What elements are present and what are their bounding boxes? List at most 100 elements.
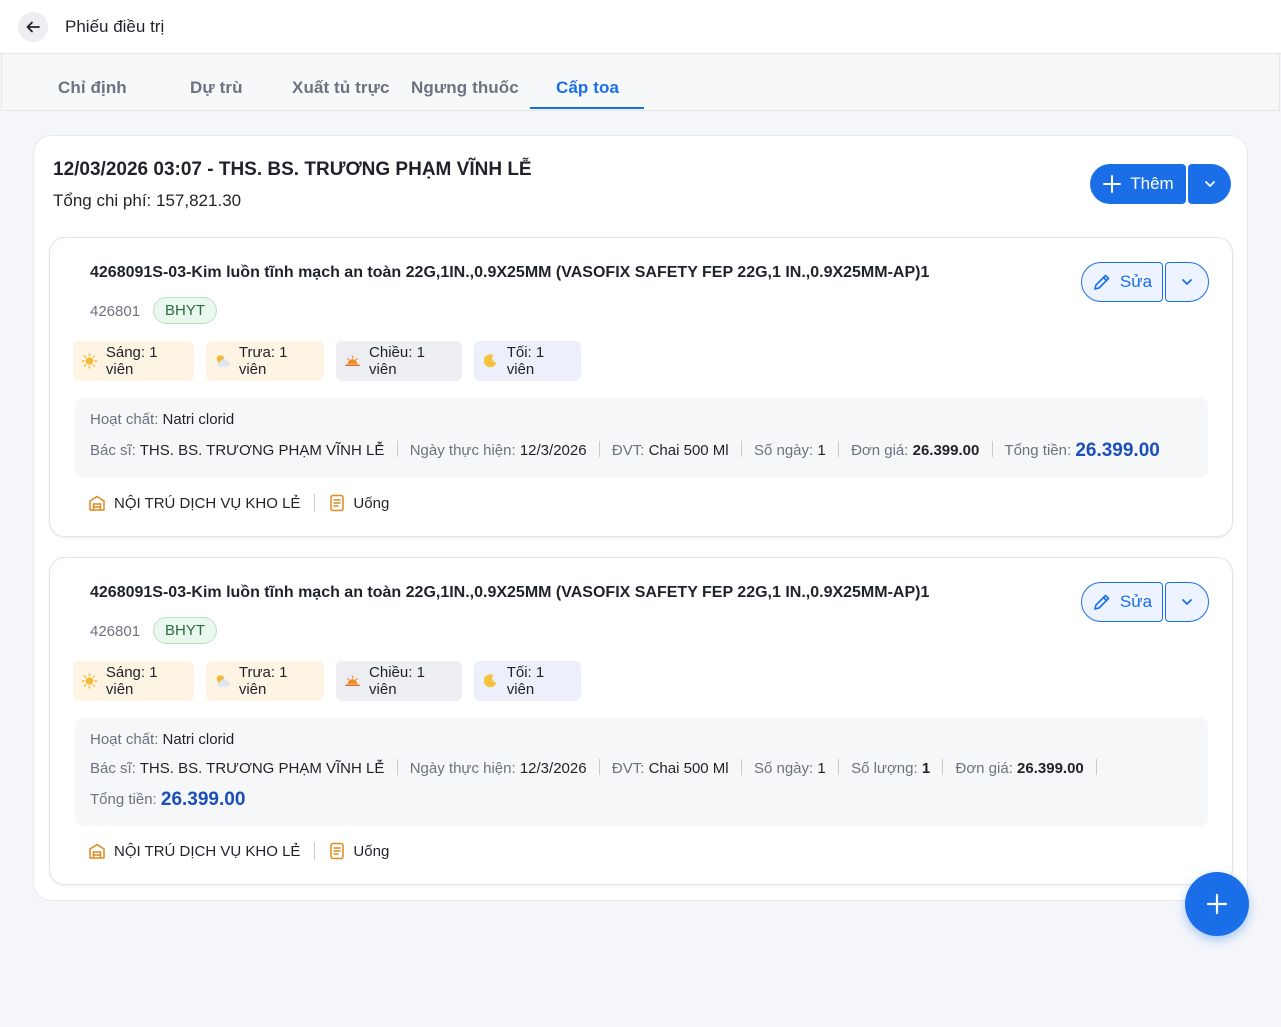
days-value: 1 <box>817 760 826 777</box>
route-value: Uống <box>353 842 390 860</box>
divider <box>314 842 316 860</box>
doctor-value: THS. BS. TRƯƠNG PHẠM VĨNH LỄ <box>139 442 385 459</box>
total-label: Tổng tiền: <box>1004 442 1072 459</box>
medication-details: Hoạt chất: Natri clorid Bác sĩ: THS. BS.… <box>75 398 1208 478</box>
dose-night: Tối: 1 viên <box>474 341 581 381</box>
divider <box>396 441 398 457</box>
back-button[interactable] <box>18 12 48 42</box>
unit-value: Chai 500 Ml <box>648 442 729 459</box>
insurance-badge: BHYT <box>153 617 217 644</box>
medication-card: 4268091S-03-Kim luồn tĩnh mạch an toàn 2… <box>49 557 1233 885</box>
active-ingredient-label: Hoạt chất: <box>90 731 159 748</box>
warehouse-icon <box>88 494 106 512</box>
active-ingredient-row: Hoạt chất: Natri clorid <box>90 731 234 748</box>
doctor-value: THS. BS. TRƯƠNG PHẠM VĨNH LỄ <box>139 760 385 777</box>
tab-bar: Chỉ định Dự trù Xuất tủ trực Ngưng thuốc… <box>1 54 1280 111</box>
dose-night-label: Tối: 1 viên <box>506 664 545 698</box>
dose-night-label: Tối: 1 viên <box>506 344 545 378</box>
total-value: 26.399.00 <box>160 789 246 810</box>
dose-noon: Trưa: 1 viên <box>206 341 324 381</box>
dose-morning: Sáng: 1 viên <box>73 341 194 381</box>
active-ingredient-value: Natri clorid <box>162 411 235 428</box>
active-ingredient-row: Hoạt chất: Natri clorid <box>90 411 234 428</box>
divider <box>740 759 742 775</box>
chevron-down-icon <box>1204 181 1215 187</box>
doctor-label: Bác sĩ: <box>90 442 136 459</box>
quantity-value: 1 <box>921 760 931 777</box>
tab-ngung-thuoc[interactable]: Ngưng thuốc <box>411 78 519 98</box>
active-tab-indicator <box>530 107 644 109</box>
prescription-title: 12/03/2026 03:07 - THS. BS. TRƯƠNG PHẠM … <box>53 159 532 180</box>
edit-button[interactable]: Sửa <box>1081 582 1163 622</box>
sun-cloud-icon <box>216 355 230 367</box>
medication-code: 426801 <box>90 623 141 640</box>
divider <box>396 759 398 775</box>
edit-dropdown-button[interactable] <box>1165 262 1209 302</box>
floating-add-button[interactable] <box>1185 872 1249 936</box>
medication-code: 426801 <box>90 303 141 320</box>
chevron-down-icon <box>1182 599 1192 605</box>
medication-details: Hoạt chất: Natri clorid Bác sĩ: THS. BS.… <box>75 718 1208 826</box>
document-icon <box>329 842 345 860</box>
date-label: Ngày thực hiện: <box>409 442 516 459</box>
route-value: Uống <box>353 494 390 512</box>
total-label: Tổng tiền: <box>90 791 157 808</box>
medication-card: 4268091S-03-Kim luồn tĩnh mạch an toàn 2… <box>49 237 1233 537</box>
sun-cloud-icon <box>216 675 230 687</box>
days-label: Số ngày: <box>753 442 814 459</box>
dose-schedule: Sáng: 1 viên Trưa: 1 viên Chiều: 1 viên <box>73 661 581 701</box>
days-label: Số ngày: <box>753 760 814 777</box>
dose-night: Tối: 1 viên <box>474 661 581 701</box>
date-value: 12/3/2026 <box>519 442 587 459</box>
total-cost-label: Tổng chi phí: <box>53 191 152 210</box>
dose-noon-label: Trưa: 1 viên <box>238 344 288 378</box>
add-button[interactable]: Thêm <box>1090 164 1186 204</box>
dose-afternoon-label: Chiều: 1 viên <box>369 664 425 698</box>
divider <box>598 441 600 457</box>
edit-dropdown-button[interactable] <box>1165 582 1209 622</box>
divider <box>837 441 839 457</box>
moon-icon <box>483 354 497 368</box>
dose-afternoon: Chiều: 1 viên <box>336 661 462 701</box>
dose-afternoon: Chiều: 1 viên <box>336 341 462 381</box>
arrow-left-icon <box>26 21 40 33</box>
add-button-label: Thêm <box>1130 174 1174 193</box>
active-ingredient-label: Hoạt chất: <box>90 411 159 428</box>
add-dropdown-button[interactable] <box>1188 164 1231 204</box>
tab-chi-dinh[interactable]: Chỉ định <box>58 78 127 98</box>
total-value: 26.399.00 <box>1075 440 1160 461</box>
edit-button-group: Sửa <box>1081 582 1209 622</box>
tab-du-tru[interactable]: Dự trù <box>190 78 243 98</box>
unit-label: ĐVT: <box>611 442 645 459</box>
doctor-label: Bác sĩ: <box>90 760 136 777</box>
details-row: Bác sĩ: THS. BS. TRƯƠNG PHẠM VĨNH LỄ Ngà… <box>90 759 1105 777</box>
document-icon <box>329 494 345 512</box>
sun-icon <box>81 353 98 369</box>
divider <box>740 441 742 457</box>
unit-label: ĐVT: <box>611 760 645 777</box>
total-row: Tổng tiền: 26.399.00 <box>90 789 245 811</box>
medication-footer: NỘI TRÚ DỊCH VỤ KHO LẺ Uống <box>88 494 389 512</box>
edit-button[interactable]: Sửa <box>1081 262 1163 302</box>
active-ingredient-value: Natri clorid <box>162 731 235 748</box>
plus-icon <box>1206 893 1228 915</box>
unit-value: Chai 500 Ml <box>648 760 729 777</box>
sunset-icon <box>345 355 360 366</box>
divider <box>314 494 316 512</box>
divider <box>991 441 993 457</box>
plus-icon <box>1103 175 1122 193</box>
dose-schedule: Sáng: 1 viên Trưa: 1 viên Chiều: 1 viên <box>73 341 581 381</box>
tab-cap-toa[interactable]: Cấp toa <box>556 78 619 98</box>
app-header: Phiếu điều trị <box>0 0 1281 54</box>
unit-price-label: Đơn giá: <box>955 760 1013 777</box>
dose-morning-label: Sáng: 1 viên <box>105 664 158 698</box>
dose-morning: Sáng: 1 viên <box>73 661 194 701</box>
warehouse-value: NỘI TRÚ DỊCH VỤ KHO LẺ <box>114 842 301 860</box>
details-row: Bác sĩ: THS. BS. TRƯƠNG PHẠM VĨNH LỄ Ngà… <box>90 440 1160 462</box>
divider <box>837 759 839 775</box>
dose-morning-label: Sáng: 1 viên <box>105 344 158 378</box>
tab-xuat-tu-truc[interactable]: Xuất tủ trực <box>292 78 390 98</box>
date-value: 12/3/2026 <box>519 760 587 777</box>
edit-button-label: Sửa <box>1119 592 1153 611</box>
medication-name: 4268091S-03-Kim luồn tĩnh mạch an toàn 2… <box>90 264 930 281</box>
